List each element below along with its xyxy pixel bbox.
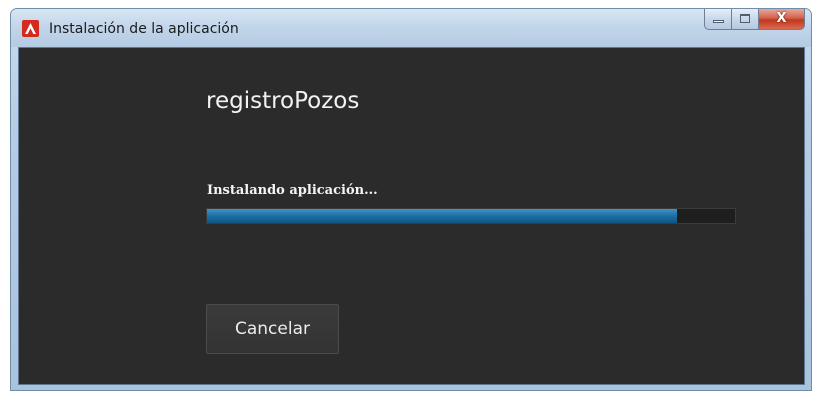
installer-content: registroPozos Instalando aplicación... C… bbox=[18, 47, 805, 385]
close-icon: X bbox=[776, 11, 787, 26]
install-status-label: Instalando aplicación... bbox=[207, 183, 378, 198]
window-title: Instalación de la aplicación bbox=[49, 21, 239, 37]
close-button[interactable]: X bbox=[759, 9, 805, 30]
caption-buttons: X bbox=[704, 9, 805, 31]
adobe-air-icon bbox=[22, 20, 39, 37]
minimize-icon bbox=[713, 20, 724, 23]
maximize-button[interactable] bbox=[732, 9, 759, 30]
progress-bar bbox=[206, 208, 736, 224]
minimize-button[interactable] bbox=[704, 9, 732, 30]
cancel-button[interactable]: Cancelar bbox=[206, 304, 339, 354]
progress-bar-fill bbox=[207, 209, 677, 223]
app-name: registroPozos bbox=[206, 88, 360, 114]
title-bar[interactable]: Instalación de la aplicación X bbox=[11, 9, 811, 47]
maximize-icon bbox=[740, 14, 750, 23]
installer-window: Instalación de la aplicación X registroP… bbox=[10, 8, 812, 391]
